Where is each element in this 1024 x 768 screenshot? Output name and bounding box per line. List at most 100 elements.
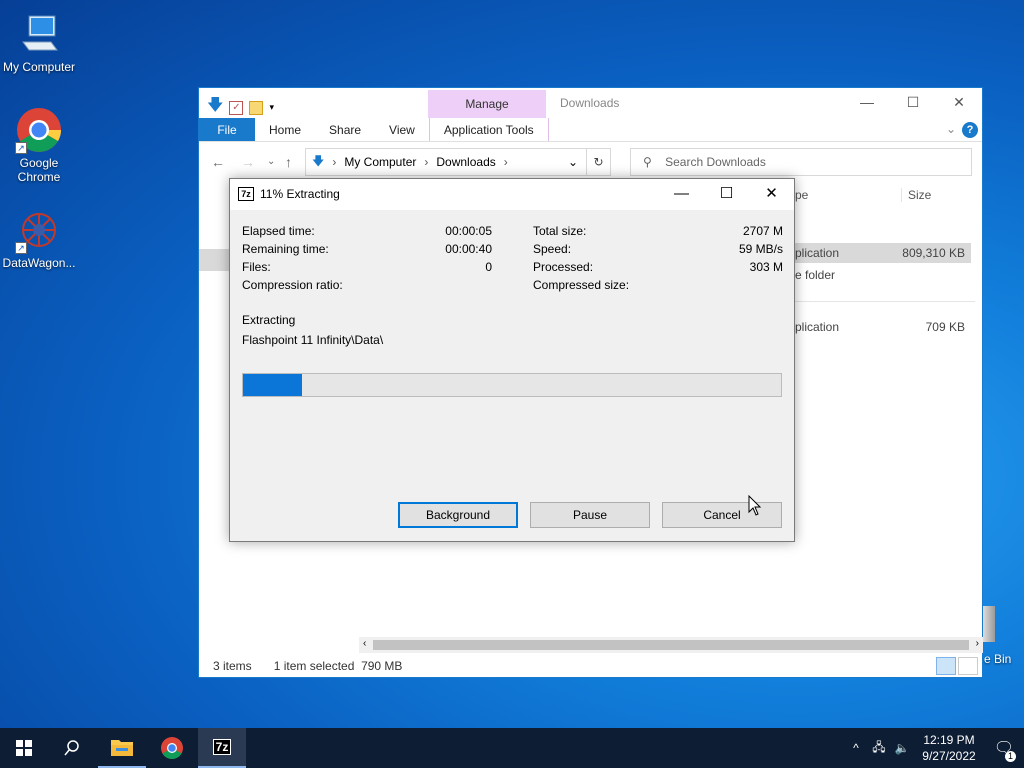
ribbon-tabs: File Home Share View Application Tools — [199, 118, 982, 142]
column-header-size[interactable]: Size — [901, 188, 931, 202]
recycle-bin-partial-label[interactable]: e Bin — [984, 652, 1011, 666]
stat-row: Remaining time: 00:00:40 — [242, 240, 492, 258]
forward-arrow-icon[interactable]: → — [241, 154, 255, 170]
explorer-window-title: Downloads — [560, 96, 620, 110]
manage-contextual-tab[interactable]: Manage — [428, 90, 546, 118]
search-icon — [64, 740, 79, 756]
stat-row: Total size: 2707 M — [533, 222, 783, 240]
stat-label: Total size: — [533, 224, 587, 238]
properties-icon[interactable]: ✓ — [229, 100, 244, 115]
up-arrow-icon[interactable]: ↑ — [285, 154, 292, 170]
file-row[interactable]: e folder — [791, 265, 971, 285]
file-size: 709 KB — [925, 320, 965, 334]
taskbar-file-explorer[interactable] — [98, 728, 146, 768]
start-button[interactable] — [0, 728, 48, 768]
shortcut-arrow-icon: ↗ — [15, 242, 27, 254]
address-dropdown-icon[interactable]: ⌄ — [568, 155, 578, 169]
taskbar-search-button[interactable] — [48, 728, 96, 768]
left-stats: Elapsed time: 00:00:05 Remaining time: 00:… — [242, 222, 492, 294]
extraction-progress-bar — [242, 373, 782, 397]
address-bar[interactable]: 🡇 › My Computer › Downloads › ⌄ — [305, 148, 587, 176]
column-header-type[interactable]: pe — [795, 188, 808, 202]
show-hidden-icons-icon[interactable]: ^ — [844, 741, 868, 755]
file-row[interactable]: plication 709 KB — [791, 317, 971, 337]
current-file-path: Flashpoint 11 Infinity\Data\ — [242, 333, 384, 347]
tab-application-tools[interactable]: Application Tools — [428, 118, 549, 141]
stat-label: Compression ratio: — [242, 278, 343, 292]
dialog-minimize-button[interactable]: — — [659, 179, 704, 209]
network-icon[interactable]: 🖧 — [868, 738, 890, 759]
taskbar-7zip[interactable]: 7z — [198, 728, 246, 768]
chrome-icon — [161, 737, 183, 759]
dialog-close-button[interactable]: ✕ — [749, 179, 794, 209]
horizontal-scrollbar[interactable]: ‹ › — [359, 637, 983, 653]
search-icon: ⚲ — [643, 155, 656, 169]
tab-view[interactable]: View — [375, 118, 429, 141]
recycle-bin-icon[interactable] — [983, 606, 995, 642]
scrollbar-thumb[interactable] — [373, 640, 969, 650]
desktop-icon-google-chrome[interactable]: ↗ Google Chrome — [0, 106, 78, 184]
status-bar: 3 items 1 item selected 790 MB — [213, 659, 402, 673]
volume-icon[interactable]: 🔈 — [890, 741, 914, 755]
clock-date: 9/27/2022 — [922, 749, 976, 763]
refresh-button[interactable]: ↻ — [587, 148, 611, 176]
large-icons-view-icon[interactable] — [958, 657, 978, 675]
file-type: plication — [795, 246, 840, 260]
scroll-right-icon[interactable]: › — [976, 638, 979, 649]
monitor-icon — [15, 10, 63, 58]
tab-file[interactable]: File — [199, 118, 255, 141]
pause-button[interactable]: Pause — [530, 502, 650, 528]
file-size: 809,310 KB — [902, 246, 965, 260]
breadcrumb-my-computer[interactable]: My Computer — [344, 155, 416, 169]
expand-ribbon-icon[interactable]: ⌄ — [946, 122, 956, 136]
taskbar: 7z ^ 🖧 🔈 12:19 PM 9/27/2022 🗨 1 — [0, 728, 1024, 768]
tab-share[interactable]: Share — [315, 118, 375, 141]
mouse-cursor-icon — [748, 495, 762, 516]
cancel-button[interactable]: Cancel — [662, 502, 782, 528]
stat-label: Elapsed time: — [242, 224, 315, 238]
customize-toolbar-icon[interactable]: ▾ — [269, 102, 274, 113]
extracting-label: Extracting — [242, 313, 296, 327]
recent-locations-icon[interactable]: ⌄ — [267, 156, 275, 167]
maximize-button[interactable]: ☐ — [890, 88, 936, 118]
clock[interactable]: 12:19 PM 9/27/2022 — [914, 732, 984, 764]
stat-label: Remaining time: — [242, 242, 329, 256]
breadcrumb-separator-icon: › — [332, 155, 337, 169]
background-button[interactable]: Background — [398, 502, 518, 528]
stat-label: Speed: — [533, 242, 572, 256]
desktop-icon-label: My Computer — [2, 60, 76, 74]
quick-access-toolbar: 🡇 ✓ ▾ — [207, 94, 274, 121]
desktop-icon-my-computer[interactable]: My Computer — [0, 10, 78, 74]
desktop-icon-label: DataWagon... — [2, 256, 76, 270]
download-arrow-icon: 🡇 — [312, 153, 325, 168]
desktop-icon-label: Google Chrome — [17, 156, 61, 184]
file-row[interactable]: plication 809,310 KB — [791, 243, 971, 263]
7zip-icon: 7z — [212, 739, 232, 755]
stat-row: Compression ratio: — [242, 276, 492, 294]
file-type: plication — [795, 320, 840, 334]
new-folder-icon[interactable] — [249, 100, 264, 115]
stat-value: 303 M — [749, 260, 783, 274]
start-icon — [16, 740, 32, 756]
details-view-icon[interactable] — [936, 657, 956, 675]
desktop-icon-datawagon[interactable]: ↗ DataWagon... — [0, 206, 78, 270]
breadcrumb-separator-icon: › — [424, 155, 429, 169]
datawagon-icon: ↗ — [15, 206, 63, 254]
scroll-left-icon[interactable]: ‹ — [363, 638, 366, 649]
action-center-button[interactable]: 🗨 1 — [984, 738, 1024, 762]
stat-value: 00:00:05 — [445, 224, 492, 238]
nav-pane-item[interactable] — [199, 249, 230, 271]
search-input[interactable]: ⚲ Search Downloads — [630, 148, 972, 176]
stat-label: Compressed size: — [533, 278, 630, 292]
close-button[interactable]: ✕ — [936, 88, 982, 118]
system-tray: ^ 🖧 🔈 12:19 PM 9/27/2022 🗨 1 — [844, 728, 1024, 768]
breadcrumb-downloads[interactable]: Downloads — [436, 155, 495, 169]
minimize-button[interactable]: — — [844, 88, 890, 118]
help-icon[interactable]: ? — [962, 122, 978, 138]
shortcut-arrow-icon: ↗ — [15, 142, 27, 154]
row-divider — [791, 301, 975, 302]
tab-home[interactable]: Home — [255, 118, 315, 141]
dialog-maximize-button[interactable]: ☐ — [704, 179, 749, 209]
back-arrow-icon[interactable]: ← — [211, 154, 225, 170]
taskbar-chrome[interactable] — [148, 728, 196, 768]
